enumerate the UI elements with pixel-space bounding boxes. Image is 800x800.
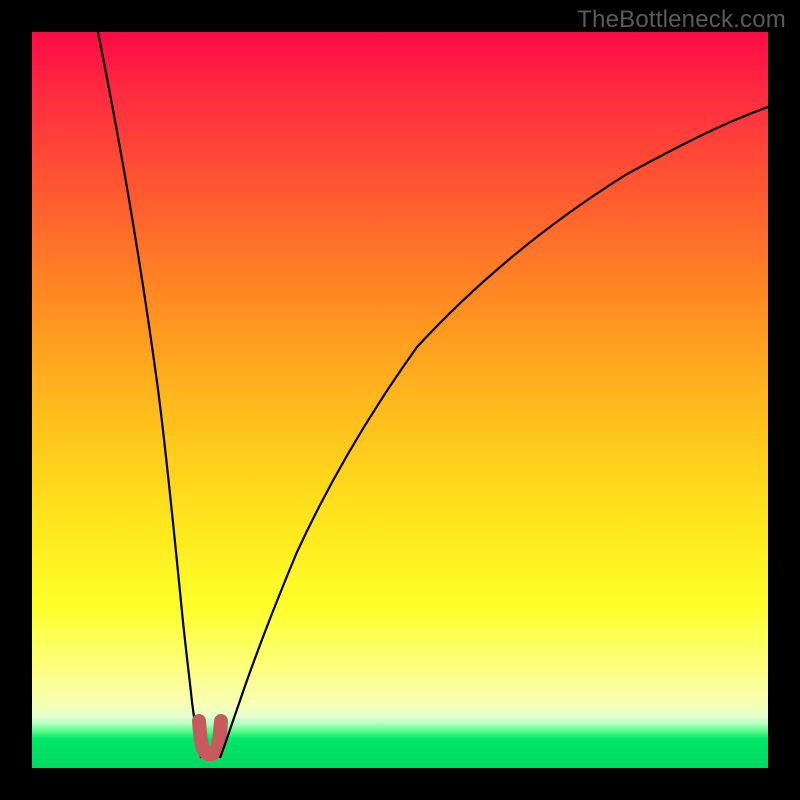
chart-svg <box>32 32 768 768</box>
chart-plot-area <box>32 32 768 768</box>
watermark-text: TheBottleneck.com <box>577 6 786 34</box>
curve-right-branch <box>220 107 768 758</box>
optimal-marker <box>199 721 221 754</box>
curve-left-branch <box>98 32 201 758</box>
